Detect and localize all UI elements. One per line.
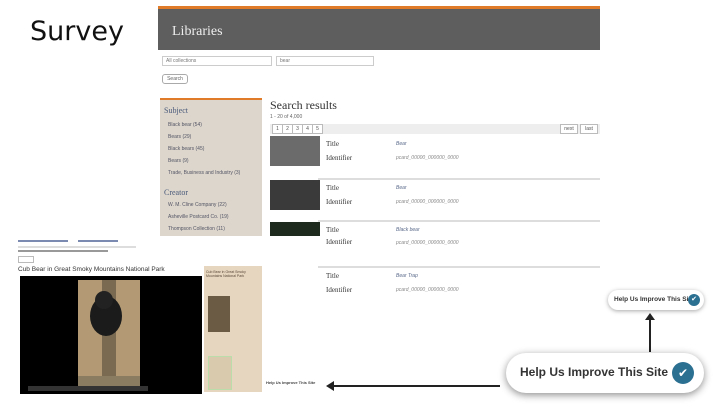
- check-icon: ✔: [672, 362, 694, 384]
- annotation-arrows: [326, 313, 655, 391]
- arrow-up-head: [645, 313, 655, 320]
- help-label: Help Us Improve This Site: [520, 365, 669, 379]
- help-improve-button-large[interactable]: Help Us Improve This Site ✔: [506, 353, 704, 393]
- arrow-left-head: [326, 381, 334, 391]
